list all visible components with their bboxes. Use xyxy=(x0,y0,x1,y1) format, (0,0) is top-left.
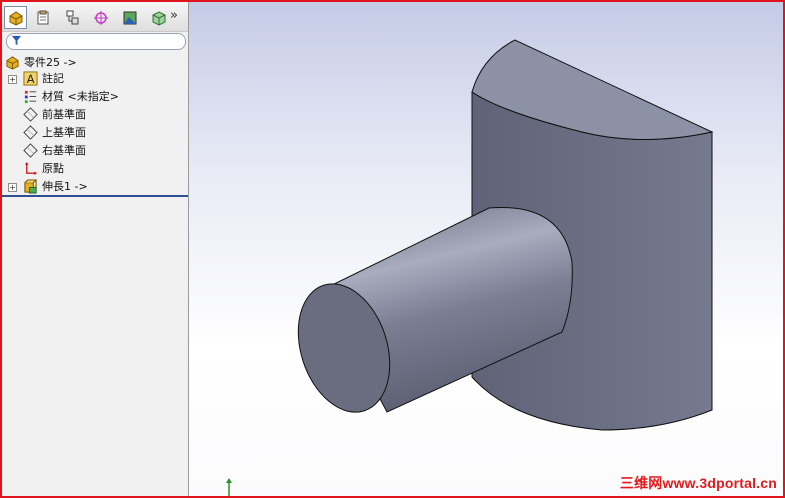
plane-icon xyxy=(23,106,38,122)
origin-icon xyxy=(23,161,38,176)
dimxpert-manager-tab-icon xyxy=(93,10,108,25)
manager-tabs-toolbar: » xyxy=(2,2,188,32)
window-frame: » 零件25 -> + A 註記 材質 <未指定> 前基準面 上基準面 右基準面… xyxy=(0,0,785,498)
tree-item-extrude[interactable]: 伸長1 -> xyxy=(23,177,88,195)
expand-toggle-extrude[interactable]: + xyxy=(8,183,17,192)
tree-item-label: 右基準面 xyxy=(42,144,86,157)
configuration-manager-tab[interactable] xyxy=(60,6,83,29)
feature-manager-panel: » 零件25 -> + A 註記 材質 <未指定> 前基準面 上基準面 右基準面… xyxy=(2,2,189,496)
feature-manager-tab-icon xyxy=(9,10,22,26)
display-manager-tab-icon xyxy=(123,11,136,24)
filter-icon xyxy=(11,35,22,46)
tree-item-label: 前基準面 xyxy=(42,108,86,121)
rollback-bar[interactable] xyxy=(2,195,188,197)
annotations-icon: A xyxy=(23,70,38,86)
appearance-tab[interactable] xyxy=(147,6,170,29)
origin-triad-icon xyxy=(226,478,232,496)
tree-item-right-plane[interactable]: 右基準面 xyxy=(23,141,86,159)
graphics-viewport[interactable] xyxy=(189,2,783,496)
3d-model xyxy=(226,39,714,496)
dimxpert-manager-tab[interactable] xyxy=(89,6,112,29)
tree-item-front-plane[interactable]: 前基準面 xyxy=(23,105,86,123)
part-icon xyxy=(5,55,20,70)
property-manager-tab[interactable] xyxy=(31,6,54,29)
tree-item-annotations[interactable]: A 註記 xyxy=(23,69,64,87)
configuration-manager-tab-icon xyxy=(66,10,78,24)
display-manager-tab[interactable] xyxy=(118,6,141,29)
watermark: 三维网www.3dportal.cn xyxy=(619,475,777,491)
tree-item-origin[interactable]: 原點 xyxy=(23,159,64,177)
feature-filter-input[interactable] xyxy=(6,33,186,50)
more-tabs-button[interactable]: » xyxy=(170,8,178,23)
plane-icon xyxy=(23,142,38,158)
appearance-tab-icon xyxy=(152,10,165,26)
plane-icon xyxy=(23,124,38,140)
tree-item-label: 原點 xyxy=(42,162,64,175)
extrude-icon xyxy=(23,178,38,194)
tree-item-material[interactable]: 材質 <未指定> xyxy=(23,87,119,105)
feature-manager-tab[interactable] xyxy=(4,6,27,29)
svg-text:A: A xyxy=(27,73,35,86)
material-icon xyxy=(23,89,38,104)
tree-root-label: 零件25 -> xyxy=(24,56,77,69)
tree-item-label: 材質 <未指定> xyxy=(42,90,119,103)
property-manager-tab-icon xyxy=(37,10,48,24)
tree-item-top-plane[interactable]: 上基準面 xyxy=(23,123,86,141)
tree-item-label: 註記 xyxy=(42,72,64,85)
expand-toggle-annotations[interactable]: + xyxy=(8,75,17,84)
tree-item-label: 伸長1 -> xyxy=(42,180,88,193)
tree-item-label: 上基準面 xyxy=(42,126,86,139)
